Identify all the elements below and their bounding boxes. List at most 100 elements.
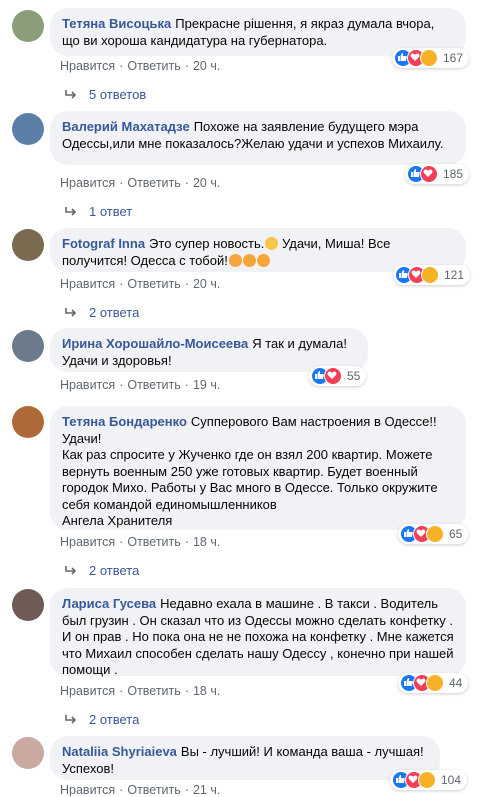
avatar[interactable] [12, 406, 44, 438]
separator-dot: · [119, 176, 124, 190]
replies-count: 1 ответ [89, 204, 133, 219]
like-link[interactable]: Нравится [60, 783, 115, 797]
view-replies-link[interactable]: 1 ответ [65, 204, 132, 219]
reply-link[interactable]: Ответить [127, 277, 180, 291]
comment-timestamp[interactable]: 20 ч. [193, 59, 220, 73]
avatar[interactable] [12, 330, 44, 362]
comment-bubble: Nataliia Shyriaieva Вы - лучший! И команд… [50, 736, 440, 780]
separator-dot: · [184, 277, 189, 291]
haha-reaction-icon [421, 266, 439, 284]
comment-timestamp[interactable]: 20 ч. [193, 176, 220, 190]
like-link[interactable]: Нравится [60, 277, 115, 291]
replies-count: 5 ответов [89, 87, 147, 102]
separator-dot: · [184, 783, 189, 797]
reaction-count: 104 [441, 773, 462, 787]
love-reaction-icon [324, 367, 342, 385]
kiss-emoji-icon [228, 253, 242, 267]
comment-bubble: Тетяна Бондаренко Суппеpового Вам настрое… [50, 406, 466, 530]
separator-dot: · [184, 535, 189, 549]
haha-reaction-icon [418, 771, 436, 789]
comment-actions: Нравится · Ответить · 21 ч. [60, 783, 220, 797]
separator-dot: · [119, 378, 124, 392]
reply-link[interactable]: Ответить [127, 535, 180, 549]
separator-dot: · [184, 684, 189, 698]
view-replies-link[interactable]: 2 ответа [65, 305, 139, 320]
reactions-summary[interactable]: 121 [393, 265, 471, 285]
separator-dot: · [119, 783, 124, 797]
avatar[interactable] [12, 589, 44, 621]
avatar[interactable] [12, 737, 44, 769]
replies-count: 2 ответа [89, 712, 140, 727]
comment-author[interactable]: Лариса Гусева [62, 596, 156, 611]
reactions-summary[interactable]: 185 [405, 164, 470, 184]
comment-timestamp[interactable]: 20 ч. [193, 277, 220, 291]
comment-actions: Нравится · Ответить · 20 ч. [60, 277, 220, 291]
like-link[interactable]: Нравится [60, 59, 115, 73]
reply-arrow-icon [65, 206, 77, 216]
separator-dot: · [119, 277, 124, 291]
comment-author[interactable]: Nataliia Shyriaieva [62, 744, 177, 759]
reply-link[interactable]: Ответить [127, 59, 180, 73]
comment-actions: Нравится · Ответить · 18 ч. [60, 684, 220, 698]
reply-arrow-icon [65, 565, 77, 575]
clapping-hands-emoji-icon [265, 237, 279, 250]
view-replies-link[interactable]: 5 ответов [65, 87, 146, 102]
reply-link[interactable]: Ответить [127, 783, 180, 797]
reaction-count: 121 [444, 268, 465, 282]
separator-dot: · [184, 378, 189, 392]
reaction-count: 65 [449, 527, 463, 541]
comment-author[interactable]: Ирина Хорошайло-Моисеева [62, 336, 248, 351]
avatar[interactable] [12, 229, 44, 261]
view-replies-link[interactable]: 2 ответа [65, 563, 139, 578]
comment-author[interactable]: Тетяна Бондаренко [62, 414, 187, 429]
comment-actions: Нравится · Ответить · 19 ч. [60, 378, 220, 392]
love-reaction-icon [420, 165, 438, 183]
comment-timestamp[interactable]: 21 ч. [193, 783, 220, 797]
comment-bubble: Лариса Гусева Недавно ехала в машине . В … [50, 588, 466, 677]
like-link[interactable]: Нравится [60, 378, 115, 392]
reactions-summary[interactable]: 167 [392, 48, 470, 68]
haha-reaction-icon [426, 525, 444, 543]
comment-actions: Нравится · Ответить · 20 ч. [60, 59, 220, 73]
comment-text: Это супер новость. [149, 236, 265, 251]
comment-timestamp[interactable]: 18 ч. [193, 535, 220, 549]
comment-author[interactable]: Тетяна Висоцька [62, 16, 171, 31]
separator-dot: · [184, 59, 189, 73]
like-link[interactable]: Нравится [60, 684, 115, 698]
separator-dot: · [119, 59, 124, 73]
reaction-count: 44 [449, 676, 463, 690]
reaction-count: 55 [347, 369, 361, 383]
comment-text: Суппеpового Вам настроения в Одессе!! Уд… [62, 414, 438, 528]
reply-link[interactable]: Ответить [127, 684, 180, 698]
avatar[interactable] [12, 10, 44, 42]
haha-reaction-icon [420, 49, 438, 67]
kiss-emoji-icon [256, 253, 270, 267]
like-link[interactable]: Нравится [60, 176, 115, 190]
kiss-emoji-icon [242, 253, 256, 267]
separator-dot: · [119, 535, 124, 549]
reply-link[interactable]: Ответить [127, 378, 180, 392]
comment-actions: Нравится · Ответить · 18 ч. [60, 535, 220, 549]
comment-author[interactable]: Fotograf Inna [62, 236, 145, 251]
reactions-summary[interactable]: 65 [398, 524, 469, 544]
reply-arrow-icon [65, 714, 77, 724]
view-replies-link[interactable]: 2 ответа [65, 712, 139, 727]
reply-arrow-icon [65, 89, 77, 99]
replies-count: 2 ответа [89, 305, 140, 320]
reaction-count: 167 [443, 51, 464, 65]
avatar[interactable] [12, 113, 44, 145]
separator-dot: · [184, 176, 189, 190]
reply-link[interactable]: Ответить [127, 176, 180, 190]
comment-bubble: Валерий Махатадзе Похоже на заявление буд… [50, 111, 466, 165]
reactions-summary[interactable]: 55 [309, 366, 367, 386]
haha-reaction-icon [426, 674, 444, 692]
reactions-summary[interactable]: 104 [390, 770, 468, 790]
separator-dot: · [119, 684, 124, 698]
comment-timestamp[interactable]: 18 ч. [193, 684, 220, 698]
like-link[interactable]: Нравится [60, 535, 115, 549]
reactions-summary[interactable]: 44 [398, 673, 469, 693]
reply-arrow-icon [65, 307, 77, 317]
comment-actions: Нравится · Ответить · 20 ч. [60, 176, 220, 190]
comment-timestamp[interactable]: 19 ч. [193, 378, 220, 392]
comment-author[interactable]: Валерий Махатадзе [62, 119, 190, 134]
